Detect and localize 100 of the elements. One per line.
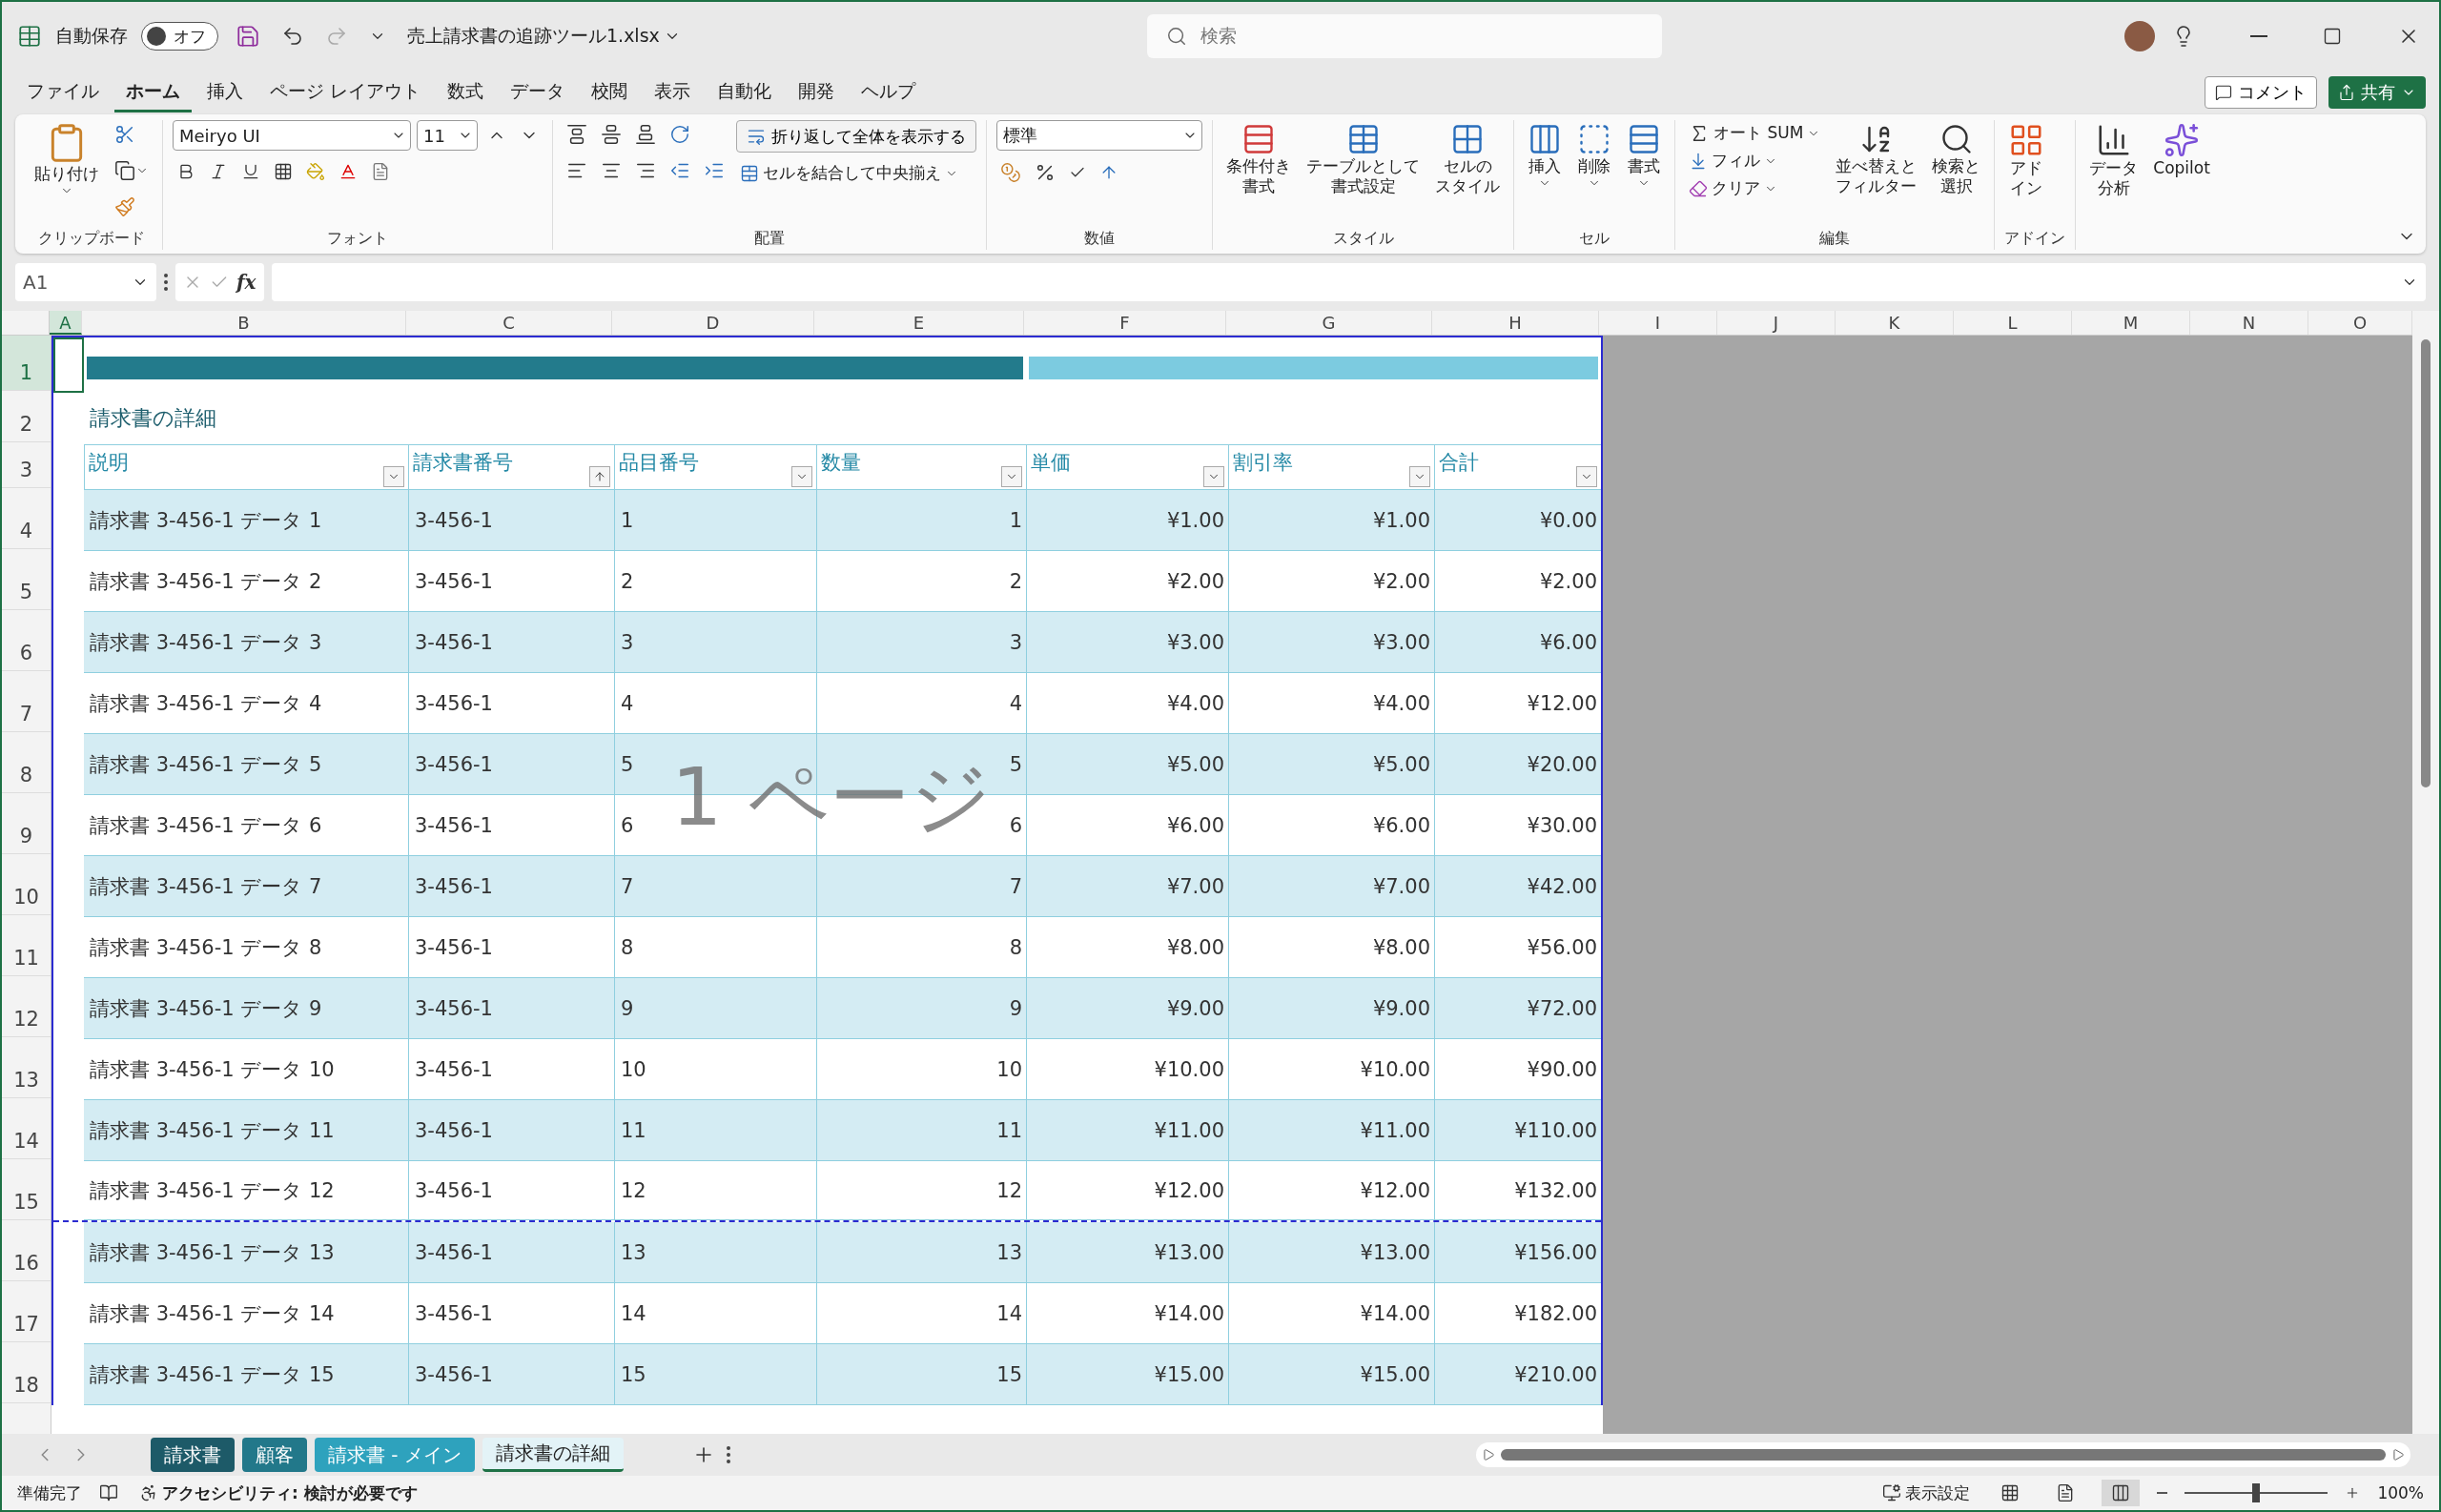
font-size-field[interactable]: 11 (417, 120, 478, 151)
row-header[interactable]: 16 (2, 1220, 51, 1281)
display-settings-button[interactable]: 表示設定 (1878, 1480, 1975, 1506)
column-header[interactable]: N (2190, 311, 2308, 335)
font-name-field[interactable]: Meiryo UI (173, 120, 411, 151)
row-header[interactable]: 6 (2, 610, 51, 671)
sheet-tab[interactable]: 請求書 (151, 1438, 235, 1472)
style-button[interactable]: セルの スタイル (1431, 120, 1504, 199)
row-header[interactable]: 18 (2, 1342, 51, 1403)
column-header[interactable]: G (1226, 311, 1432, 335)
column-header[interactable]: J (1717, 311, 1836, 335)
column-header[interactable]: B (82, 311, 406, 335)
accessibility-button[interactable]: アクセシビリティ: 検討が必要です (135, 1480, 421, 1506)
paint-bucket-icon (306, 162, 325, 181)
row-header[interactable]: 9 (2, 793, 51, 854)
table-cell: 12 (614, 1161, 816, 1220)
page-break-preview-button[interactable] (2102, 1480, 2141, 1506)
autosave-toggle[interactable]: オフ (141, 22, 218, 51)
search-field[interactable]: 検索 (1146, 14, 1662, 58)
wrap-text-button[interactable]: 折り返して全体を表示する (736, 120, 976, 153)
analyze-data-button[interactable]: データ 分析 (2085, 120, 2143, 201)
menu-tab[interactable]: 自動化 (706, 72, 784, 112)
menu-tab[interactable]: 挿入 (195, 72, 255, 112)
column-header[interactable]: H (1432, 311, 1599, 335)
scrollbar-thumb[interactable] (2421, 339, 2431, 787)
column-header[interactable]: I (1599, 311, 1717, 335)
menu-tab[interactable]: ヘルプ (850, 72, 928, 112)
column-header[interactable]: A (50, 311, 82, 335)
fill-button[interactable]: フィル (1685, 148, 1825, 174)
column-header[interactable]: C (406, 311, 612, 335)
status-ready: 準備完了 (17, 1481, 82, 1504)
undo-icon (281, 25, 304, 48)
table-cell: ¥12.00 (1434, 673, 1601, 734)
avatar[interactable] (2124, 21, 2155, 51)
row-header[interactable]: 4 (2, 488, 51, 549)
row-header[interactable]: 11 (2, 915, 51, 976)
row-header[interactable]: 8 (2, 732, 51, 793)
cells-button[interactable]: 挿入 (1524, 120, 1566, 193)
table-cell: ¥9.00 (1228, 978, 1434, 1039)
autosum-button[interactable]: オート SUM (1685, 120, 1825, 146)
table-cell: ¥5.00 (1026, 734, 1228, 795)
menu-tab[interactable]: 校閲 (580, 72, 640, 112)
column-heading: 単価 (1026, 444, 1228, 490)
sheet-tab[interactable]: 請求書の詳細 (482, 1438, 624, 1472)
menu-tab[interactable]: 開発 (787, 72, 847, 112)
filter-button[interactable] (589, 466, 610, 487)
menu-tab[interactable]: ページ レイアウト (258, 72, 433, 112)
row-header[interactable]: 5 (2, 549, 51, 610)
sort-filter-button[interactable]: 並べ替えと フィルター (1832, 120, 1921, 199)
table-cell: ¥7.00 (1026, 856, 1228, 917)
column-header[interactable]: D (612, 311, 814, 335)
table-cell: ¥4.00 (1228, 673, 1434, 734)
row-header[interactable]: 7 (2, 671, 51, 732)
row-header[interactable]: 13 (2, 1037, 51, 1098)
scissors-icon (114, 124, 135, 145)
row-header[interactable]: 15 (2, 1159, 51, 1220)
sheet-tab[interactable]: 顧客 (242, 1438, 307, 1472)
selected-cell[interactable] (53, 337, 84, 393)
style-button[interactable]: 条件付き 書式 (1222, 120, 1295, 199)
table-cell: ¥110.00 (1434, 1100, 1601, 1161)
paste-button[interactable]: 貼り付け (31, 120, 103, 200)
column-header[interactable]: K (1836, 311, 1954, 335)
addins-button[interactable]: アド イン (2004, 120, 2049, 201)
menu-tab[interactable]: 表示 (643, 72, 703, 112)
column-header[interactable]: M (2072, 311, 2190, 335)
column-header[interactable]: E (814, 311, 1024, 335)
horizontal-scrollbar[interactable] (1476, 1442, 2410, 1467)
table-cell: 8 (614, 917, 816, 978)
redo-icon (325, 25, 348, 48)
menu-tab[interactable]: 数式 (436, 72, 496, 112)
find-select-button[interactable]: 検索と 選択 (1928, 120, 1985, 199)
row-header[interactable]: 3 (2, 442, 51, 488)
row-header[interactable]: 1 (2, 336, 51, 391)
row-header[interactable]: 17 (2, 1281, 51, 1342)
row-header[interactable]: 14 (2, 1098, 51, 1159)
zoom-thumb[interactable] (2252, 1483, 2261, 1502)
table-cell: ¥8.00 (1228, 917, 1434, 978)
comment-button[interactable]: コメント (2205, 76, 2317, 109)
formula-input[interactable] (271, 263, 2426, 301)
clear-button[interactable]: クリア (1685, 175, 1825, 201)
menu-tab[interactable]: ホーム (114, 72, 192, 112)
column-heading: 説明 (84, 444, 408, 490)
column-header[interactable]: L (1954, 311, 2072, 335)
table-cell: 3-456-1 (408, 612, 614, 673)
cells-button[interactable]: 削除 (1573, 120, 1615, 193)
filename-button[interactable]: 売上請求書の追跡ツール1.xlsx (403, 22, 685, 51)
row-header[interactable]: 12 (2, 976, 51, 1037)
row-header[interactable]: 10 (2, 854, 51, 915)
share-button[interactable]: 共有 (2328, 76, 2426, 109)
name-box[interactable]: A1 (15, 263, 156, 301)
menu-tab[interactable]: ファイル (15, 72, 111, 112)
column-header[interactable]: F (1024, 311, 1226, 335)
menu-tab[interactable]: データ (499, 72, 577, 112)
row-header[interactable]: 2 (2, 391, 51, 442)
number-format-field[interactable]: 標準 (996, 120, 1202, 151)
merge-center-button[interactable]: セルを結合して中央揃え (736, 160, 976, 186)
style-button[interactable]: テーブルとして 書式設定 (1303, 120, 1424, 199)
insert-function-button[interactable]: fx (236, 271, 256, 294)
copilot-button[interactable]: Copilot (2149, 120, 2214, 181)
cells-button[interactable]: 書式 (1623, 120, 1665, 193)
